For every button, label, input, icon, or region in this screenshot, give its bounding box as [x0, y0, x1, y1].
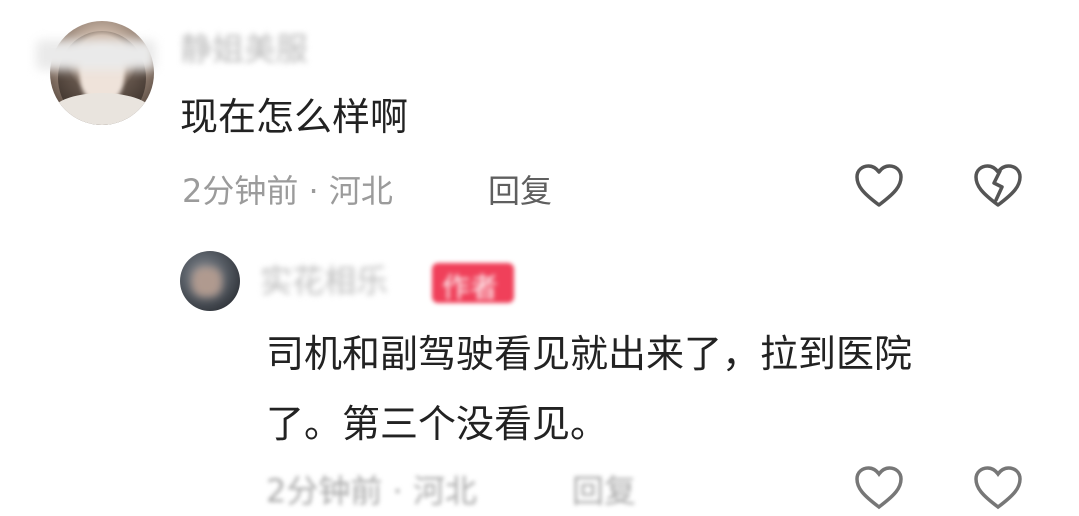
dislike-button[interactable]	[972, 162, 1024, 214]
reply-button[interactable]: 回复	[488, 166, 552, 212]
reply-dislike-button[interactable]	[972, 464, 1024, 516]
heart-outline-icon	[855, 466, 903, 510]
reply-avatar[interactable]	[180, 251, 240, 311]
broken-heart-icon	[974, 466, 1022, 510]
reply-reply-button[interactable]: 回复	[572, 466, 636, 512]
reply-meta: 2分钟前 · 河北	[266, 472, 477, 510]
reply-like-button[interactable]	[853, 464, 905, 516]
like-button[interactable]	[853, 162, 905, 214]
heart-outline-icon	[855, 164, 903, 207]
comment-meta: 2分钟前 · 河北	[182, 172, 393, 210]
broken-heart-icon	[974, 164, 1022, 207]
commenter-username[interactable]: 静姐美服	[180, 24, 308, 70]
comment-text: 现在怎么样啊	[180, 95, 409, 139]
avatar-blob	[192, 267, 222, 297]
reply-username[interactable]: 实花相乐	[260, 256, 388, 302]
reply-text-line-2: 了。第三个没看见。	[266, 402, 609, 446]
avatar-mosaic	[36, 40, 156, 70]
commenter-avatar[interactable]	[50, 21, 154, 125]
author-badge: 作者	[432, 263, 514, 304]
reply-text-line-1: 司机和副驾驶看见就出来了，拉到医院	[266, 332, 913, 376]
author-badge-label: 作者	[442, 271, 499, 304]
